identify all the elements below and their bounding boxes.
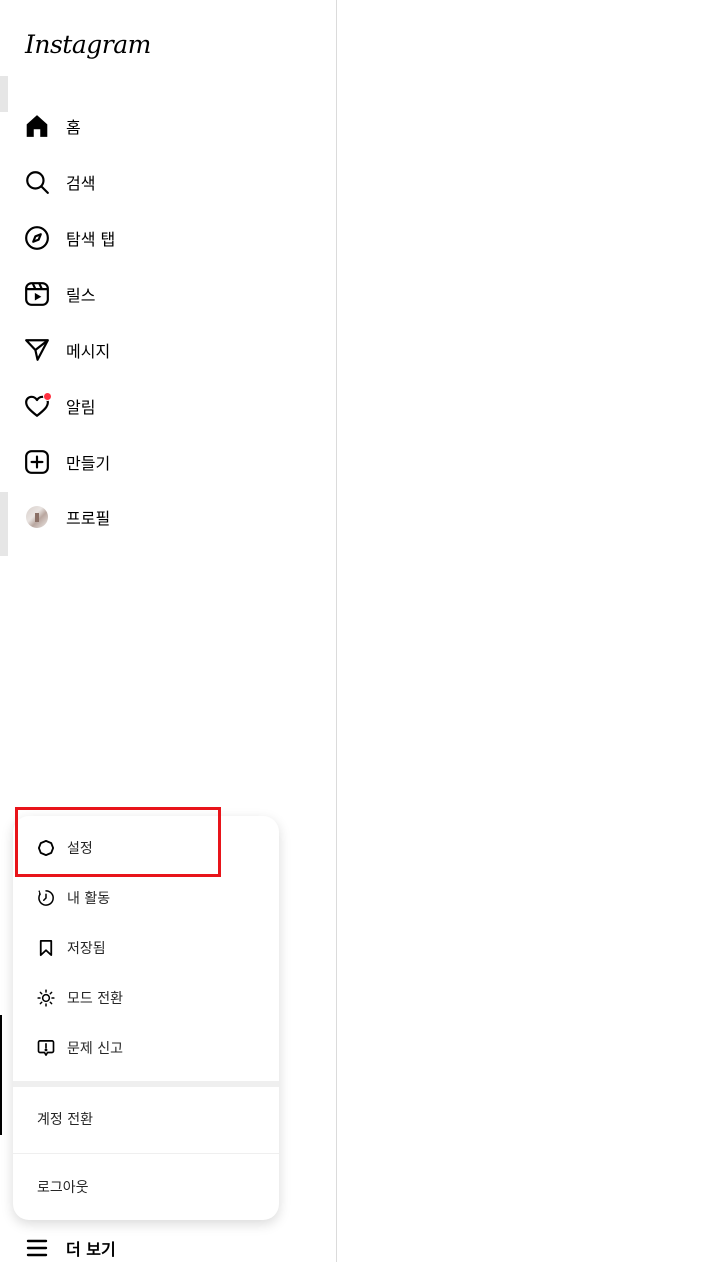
menu-label-settings: 설정 [67, 841, 93, 857]
more-label: 더 보기 [66, 1240, 116, 1259]
more-button[interactable]: 더 보기 [24, 1228, 116, 1262]
profile-avatar [26, 506, 48, 528]
activity-icon [37, 889, 55, 907]
more-menu-popup: 설정 내 활동 저장됨 모드 전환 문제 신고 계정 전환 로그아웃 [13, 816, 279, 1220]
menu-item-activity[interactable]: 내 활동 [21, 876, 271, 920]
nav-item-create[interactable]: 만들기 [24, 442, 324, 482]
sidebar: Instagram 홈 검색 탐색 탭 릴스 메시지 알림 만들기 프로필 설정… [0, 0, 337, 1262]
nav-item-reels[interactable]: 릴스 [24, 274, 324, 314]
menu-label-activity: 내 활동 [67, 891, 111, 907]
logout-button[interactable]: 로그아웃 [21, 1161, 271, 1213]
heart-icon [24, 392, 52, 419]
menu-divider [13, 1081, 279, 1087]
hamburger-menu-icon [24, 1235, 50, 1261]
edge-mark [0, 76, 8, 112]
menu-label-report: 문제 신고 [67, 1041, 123, 1057]
nav-label-messages: 메시지 [66, 342, 111, 361]
nav-item-search[interactable]: 검색 [24, 162, 324, 202]
nav-label-profile: 프로필 [66, 509, 111, 528]
edge-line [0, 1015, 2, 1135]
nav-label-home: 홈 [66, 118, 81, 137]
report-icon [37, 1039, 55, 1057]
menu-label-saved: 저장됨 [67, 941, 106, 957]
avatar [24, 504, 50, 530]
sun-icon [37, 989, 55, 1007]
send-icon [24, 337, 50, 363]
switch-account-button[interactable]: 계정 전환 [21, 1093, 271, 1145]
nav-label-search: 검색 [66, 174, 96, 193]
notification-dot [43, 392, 52, 401]
menu-item-saved[interactable]: 저장됨 [21, 926, 271, 970]
home-icon [24, 113, 50, 139]
menu-item-mode[interactable]: 모드 전환 [21, 976, 271, 1020]
compass-icon [24, 225, 50, 251]
instagram-logo[interactable]: Instagram [25, 30, 151, 59]
nav-item-explore[interactable]: 탐색 탭 [24, 218, 324, 258]
plus-square-icon [24, 449, 50, 475]
nav-label-explore: 탐색 탭 [66, 230, 116, 249]
nav-label-reels: 릴스 [66, 286, 96, 305]
menu-divider [13, 1153, 279, 1154]
nav-item-notifications[interactable]: 알림 [24, 386, 324, 426]
menu-item-report[interactable]: 문제 신고 [21, 1026, 271, 1070]
nav-label-create: 만들기 [66, 454, 111, 473]
edge-mark [0, 492, 8, 556]
search-icon [24, 169, 50, 195]
nav-item-messages[interactable]: 메시지 [24, 330, 324, 370]
nav-label-notifications: 알림 [66, 398, 96, 417]
nav-item-profile[interactable]: 프로필 [24, 497, 324, 537]
menu-item-settings[interactable]: 설정 [21, 826, 271, 870]
bookmark-icon [37, 939, 55, 957]
reels-icon [24, 281, 50, 307]
gear-icon [37, 839, 55, 857]
menu-label-mode: 모드 전환 [67, 991, 123, 1007]
nav-item-home[interactable]: 홈 [24, 106, 324, 146]
